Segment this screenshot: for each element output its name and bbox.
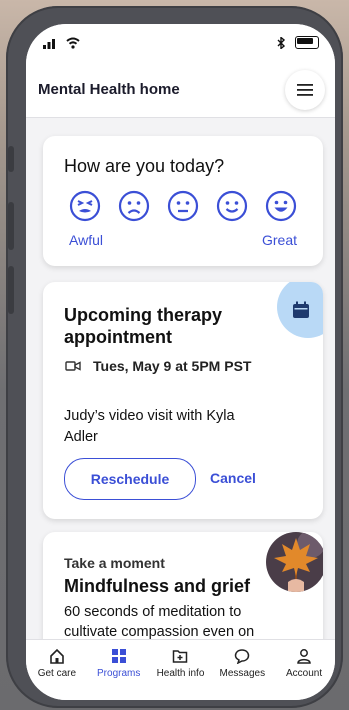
autumn-leaf-image bbox=[266, 532, 323, 592]
great-face-icon[interactable] bbox=[265, 190, 297, 222]
tab-account[interactable]: Account bbox=[273, 640, 335, 700]
plus-folder-icon bbox=[173, 650, 188, 663]
tab-label: Health info bbox=[156, 668, 205, 679]
signal-bars-icon bbox=[43, 39, 55, 50]
mindfulness-description: 60 seconds of meditation to cultivate co… bbox=[64, 604, 255, 640]
tab-get-care[interactable]: Get care bbox=[26, 640, 88, 700]
appointment-time-row: Tues, May 9 at 5PM PST bbox=[65, 358, 251, 374]
mood-high-label: Great bbox=[261, 232, 297, 248]
calendar-icon bbox=[293, 301, 309, 318]
calendar-button[interactable] bbox=[277, 282, 323, 338]
tab-programs[interactable]: Programs bbox=[88, 640, 150, 700]
appointment-title: Upcoming therapy appointment bbox=[64, 305, 223, 347]
mood-low-label: Awful bbox=[69, 232, 103, 248]
appointment-description: Judy’s video visit with Kyla Adler bbox=[64, 408, 235, 445]
mindfulness-kicker: Take a moment bbox=[64, 555, 165, 571]
tab-label: Get care bbox=[37, 668, 77, 679]
battery-icon bbox=[295, 36, 319, 49]
app-screen: Mental Health home How are you today? Aw… bbox=[26, 24, 335, 700]
tab-messages[interactable]: Messages bbox=[211, 640, 273, 700]
mindfulness-title: Mindfulness and grief bbox=[64, 576, 251, 596]
happy-face-icon[interactable] bbox=[216, 190, 248, 222]
tab-label: Programs bbox=[97, 668, 141, 679]
chat-bubble-icon bbox=[235, 649, 250, 664]
neutral-face-icon[interactable] bbox=[167, 190, 199, 222]
tab-label: Messages bbox=[219, 668, 266, 679]
home-icon bbox=[50, 648, 64, 664]
appointment-time: Tues, May 9 at 5PM PST bbox=[93, 358, 252, 374]
bluetooth-icon bbox=[277, 36, 285, 49]
video-camera-icon bbox=[65, 361, 81, 371]
appointment-card: Upcoming therapy appointment Tues, May 9… bbox=[43, 282, 323, 519]
wifi-icon bbox=[66, 37, 80, 49]
awful-face-icon[interactable] bbox=[69, 190, 101, 222]
page-title: Mental Health home bbox=[38, 81, 180, 98]
bottom-tab-bar: Get care Programs Health info Messages A… bbox=[26, 639, 335, 700]
tab-health-info[interactable]: Health info bbox=[150, 640, 212, 700]
reschedule-button[interactable]: Reschedule bbox=[64, 458, 196, 500]
mute-switch bbox=[8, 146, 14, 172]
menu-button[interactable] bbox=[285, 70, 325, 110]
mood-question: How are you today? bbox=[64, 156, 225, 176]
status-bar bbox=[26, 24, 335, 64]
person-icon bbox=[297, 649, 311, 664]
volume-up-button bbox=[8, 202, 14, 250]
mood-faces bbox=[69, 190, 297, 222]
volume-down-button bbox=[8, 266, 14, 314]
status-right bbox=[277, 36, 319, 49]
cancel-button[interactable]: Cancel bbox=[210, 470, 256, 486]
mood-card: How are you today? Awful Great bbox=[43, 136, 323, 266]
sad-face-icon[interactable] bbox=[118, 190, 150, 222]
tab-label: Account bbox=[286, 668, 323, 679]
grid-icon bbox=[111, 649, 126, 663]
app-header: Mental Health home bbox=[26, 64, 335, 118]
status-left bbox=[43, 34, 80, 50]
phone-frame: Mental Health home How are you today? Aw… bbox=[6, 6, 343, 708]
hamburger-menu-icon bbox=[297, 84, 313, 96]
